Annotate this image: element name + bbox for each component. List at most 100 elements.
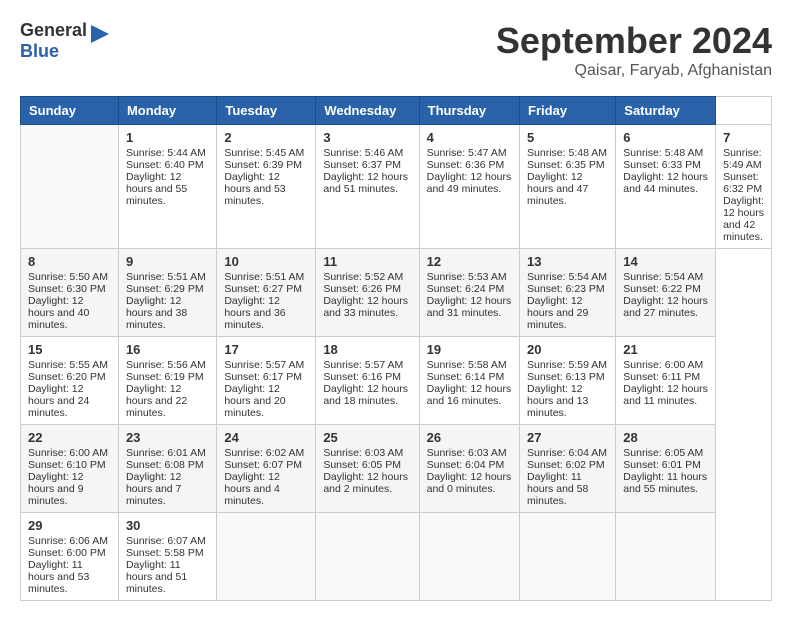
sunrise-text: Sunrise: 6:05 AM xyxy=(623,447,703,459)
sunset-text: Sunset: 6:32 PM xyxy=(723,171,762,195)
calendar-day-cell: 30 Sunrise: 6:07 AM Sunset: 5:58 PM Dayl… xyxy=(118,513,216,601)
calendar-day-cell: 7 Sunrise: 5:49 AM Sunset: 6:32 PM Dayli… xyxy=(716,125,772,249)
sunset-text: Sunset: 6:19 PM xyxy=(126,371,204,383)
daylight-text: Daylight: 12 hours and 7 minutes. xyxy=(126,471,181,507)
page-header: General Blue September 2024 Qaisar, Fary… xyxy=(20,20,772,80)
day-number: 9 xyxy=(126,254,209,269)
daylight-text: Daylight: 11 hours and 58 minutes. xyxy=(527,471,588,507)
calendar-day-cell: 13 Sunrise: 5:54 AM Sunset: 6:23 PM Dayl… xyxy=(520,249,616,337)
calendar-day-cell: 26 Sunrise: 6:03 AM Sunset: 6:04 PM Dayl… xyxy=(419,425,519,513)
calendar-day-cell: 24 Sunrise: 6:02 AM Sunset: 6:07 PM Dayl… xyxy=(217,425,316,513)
calendar-day-cell: 28 Sunrise: 6:05 AM Sunset: 6:01 PM Dayl… xyxy=(616,425,716,513)
calendar-day-cell: 1 Sunrise: 5:44 AM Sunset: 6:40 PM Dayli… xyxy=(118,125,216,249)
sunset-text: Sunset: 6:02 PM xyxy=(527,459,605,471)
sunset-text: Sunset: 6:20 PM xyxy=(28,371,106,383)
sunset-text: Sunset: 6:17 PM xyxy=(224,371,302,383)
sunset-text: Sunset: 6:13 PM xyxy=(527,371,605,383)
daylight-text: Daylight: 12 hours and 22 minutes. xyxy=(126,383,187,419)
sunrise-text: Sunrise: 5:46 AM xyxy=(323,147,403,159)
calendar-header-row: Sunday Monday Tuesday Wednesday Thursday… xyxy=(21,97,772,125)
col-wednesday: Wednesday xyxy=(316,97,419,125)
calendar-day-cell: 20 Sunrise: 5:59 AM Sunset: 6:13 PM Dayl… xyxy=(520,337,616,425)
day-number: 29 xyxy=(28,518,111,533)
col-sunday: Sunday xyxy=(21,97,119,125)
day-number: 3 xyxy=(323,130,411,145)
day-number: 25 xyxy=(323,430,411,445)
col-friday: Friday xyxy=(520,97,616,125)
calendar-week-row: 22 Sunrise: 6:00 AM Sunset: 6:10 PM Dayl… xyxy=(21,425,772,513)
sunset-text: Sunset: 6:23 PM xyxy=(527,283,605,295)
day-number: 14 xyxy=(623,254,708,269)
day-number: 19 xyxy=(427,342,512,357)
daylight-text: Daylight: 12 hours and 11 minutes. xyxy=(623,383,708,407)
day-number: 6 xyxy=(623,130,708,145)
day-number: 27 xyxy=(527,430,608,445)
day-number: 8 xyxy=(28,254,111,269)
day-number: 22 xyxy=(28,430,111,445)
day-number: 23 xyxy=(126,430,209,445)
day-number: 13 xyxy=(527,254,608,269)
day-number: 21 xyxy=(623,342,708,357)
sunrise-text: Sunrise: 5:48 AM xyxy=(623,147,703,159)
calendar-day-cell: 12 Sunrise: 5:53 AM Sunset: 6:24 PM Dayl… xyxy=(419,249,519,337)
sunrise-text: Sunrise: 5:57 AM xyxy=(323,359,403,371)
sunset-text: Sunset: 6:33 PM xyxy=(623,159,701,171)
day-number: 17 xyxy=(224,342,308,357)
sunset-text: Sunset: 6:05 PM xyxy=(323,459,401,471)
col-saturday: Saturday xyxy=(616,97,716,125)
sunrise-text: Sunrise: 5:45 AM xyxy=(224,147,304,159)
day-number: 15 xyxy=(28,342,111,357)
sunset-text: Sunset: 6:07 PM xyxy=(224,459,302,471)
daylight-text: Daylight: 12 hours and 16 minutes. xyxy=(427,383,512,407)
calendar-day-cell xyxy=(21,125,119,249)
daylight-text: Daylight: 12 hours and 38 minutes. xyxy=(126,295,187,331)
calendar-day-cell: 4 Sunrise: 5:47 AM Sunset: 6:36 PM Dayli… xyxy=(419,125,519,249)
calendar-week-row: 8 Sunrise: 5:50 AM Sunset: 6:30 PM Dayli… xyxy=(21,249,772,337)
daylight-text: Daylight: 12 hours and 0 minutes. xyxy=(427,471,512,495)
location-subtitle: Qaisar, Faryab, Afghanistan xyxy=(496,62,772,80)
daylight-text: Daylight: 12 hours and 53 minutes. xyxy=(224,171,285,207)
day-number: 7 xyxy=(723,130,764,145)
day-number: 10 xyxy=(224,254,308,269)
daylight-text: Daylight: 12 hours and 20 minutes. xyxy=(224,383,285,419)
calendar-day-cell: 29 Sunrise: 6:06 AM Sunset: 6:00 PM Dayl… xyxy=(21,513,119,601)
sunrise-text: Sunrise: 6:04 AM xyxy=(527,447,607,459)
sunrise-text: Sunrise: 5:53 AM xyxy=(427,271,507,283)
day-number: 26 xyxy=(427,430,512,445)
sunrise-text: Sunrise: 5:54 AM xyxy=(623,271,703,283)
daylight-text: Daylight: 12 hours and 9 minutes. xyxy=(28,471,83,507)
day-number: 4 xyxy=(427,130,512,145)
day-number: 2 xyxy=(224,130,308,145)
sunrise-text: Sunrise: 5:47 AM xyxy=(427,147,507,159)
calendar-day-cell: 11 Sunrise: 5:52 AM Sunset: 6:26 PM Dayl… xyxy=(316,249,419,337)
day-number: 30 xyxy=(126,518,209,533)
sunset-text: Sunset: 6:22 PM xyxy=(623,283,701,295)
sunrise-text: Sunrise: 5:48 AM xyxy=(527,147,607,159)
calendar-day-cell: 14 Sunrise: 5:54 AM Sunset: 6:22 PM Dayl… xyxy=(616,249,716,337)
daylight-text: Daylight: 11 hours and 51 minutes. xyxy=(126,559,187,595)
month-year-title: September 2024 xyxy=(496,20,772,62)
calendar-day-cell: 17 Sunrise: 5:57 AM Sunset: 6:17 PM Dayl… xyxy=(217,337,316,425)
calendar-day-cell xyxy=(616,513,716,601)
sunset-text: Sunset: 6:39 PM xyxy=(224,159,302,171)
day-number: 1 xyxy=(126,130,209,145)
calendar-day-cell: 22 Sunrise: 6:00 AM Sunset: 6:10 PM Dayl… xyxy=(21,425,119,513)
sunrise-text: Sunrise: 5:51 AM xyxy=(224,271,304,283)
sunset-text: Sunset: 6:01 PM xyxy=(623,459,701,471)
sunset-text: Sunset: 6:04 PM xyxy=(427,459,505,471)
sunset-text: Sunset: 6:30 PM xyxy=(28,283,106,295)
day-number: 18 xyxy=(323,342,411,357)
calendar-day-cell: 18 Sunrise: 5:57 AM Sunset: 6:16 PM Dayl… xyxy=(316,337,419,425)
calendar-day-cell: 9 Sunrise: 5:51 AM Sunset: 6:29 PM Dayli… xyxy=(118,249,216,337)
sunrise-text: Sunrise: 6:02 AM xyxy=(224,447,304,459)
daylight-text: Daylight: 12 hours and 4 minutes. xyxy=(224,471,279,507)
day-number: 11 xyxy=(323,254,411,269)
daylight-text: Daylight: 12 hours and 51 minutes. xyxy=(323,171,408,195)
sunset-text: Sunset: 6:26 PM xyxy=(323,283,401,295)
sunrise-text: Sunrise: 6:00 AM xyxy=(623,359,703,371)
col-tuesday: Tuesday xyxy=(217,97,316,125)
calendar-day-cell: 6 Sunrise: 5:48 AM Sunset: 6:33 PM Dayli… xyxy=(616,125,716,249)
daylight-text: Daylight: 12 hours and 33 minutes. xyxy=(323,295,408,319)
sunset-text: Sunset: 6:29 PM xyxy=(126,283,204,295)
day-number: 12 xyxy=(427,254,512,269)
